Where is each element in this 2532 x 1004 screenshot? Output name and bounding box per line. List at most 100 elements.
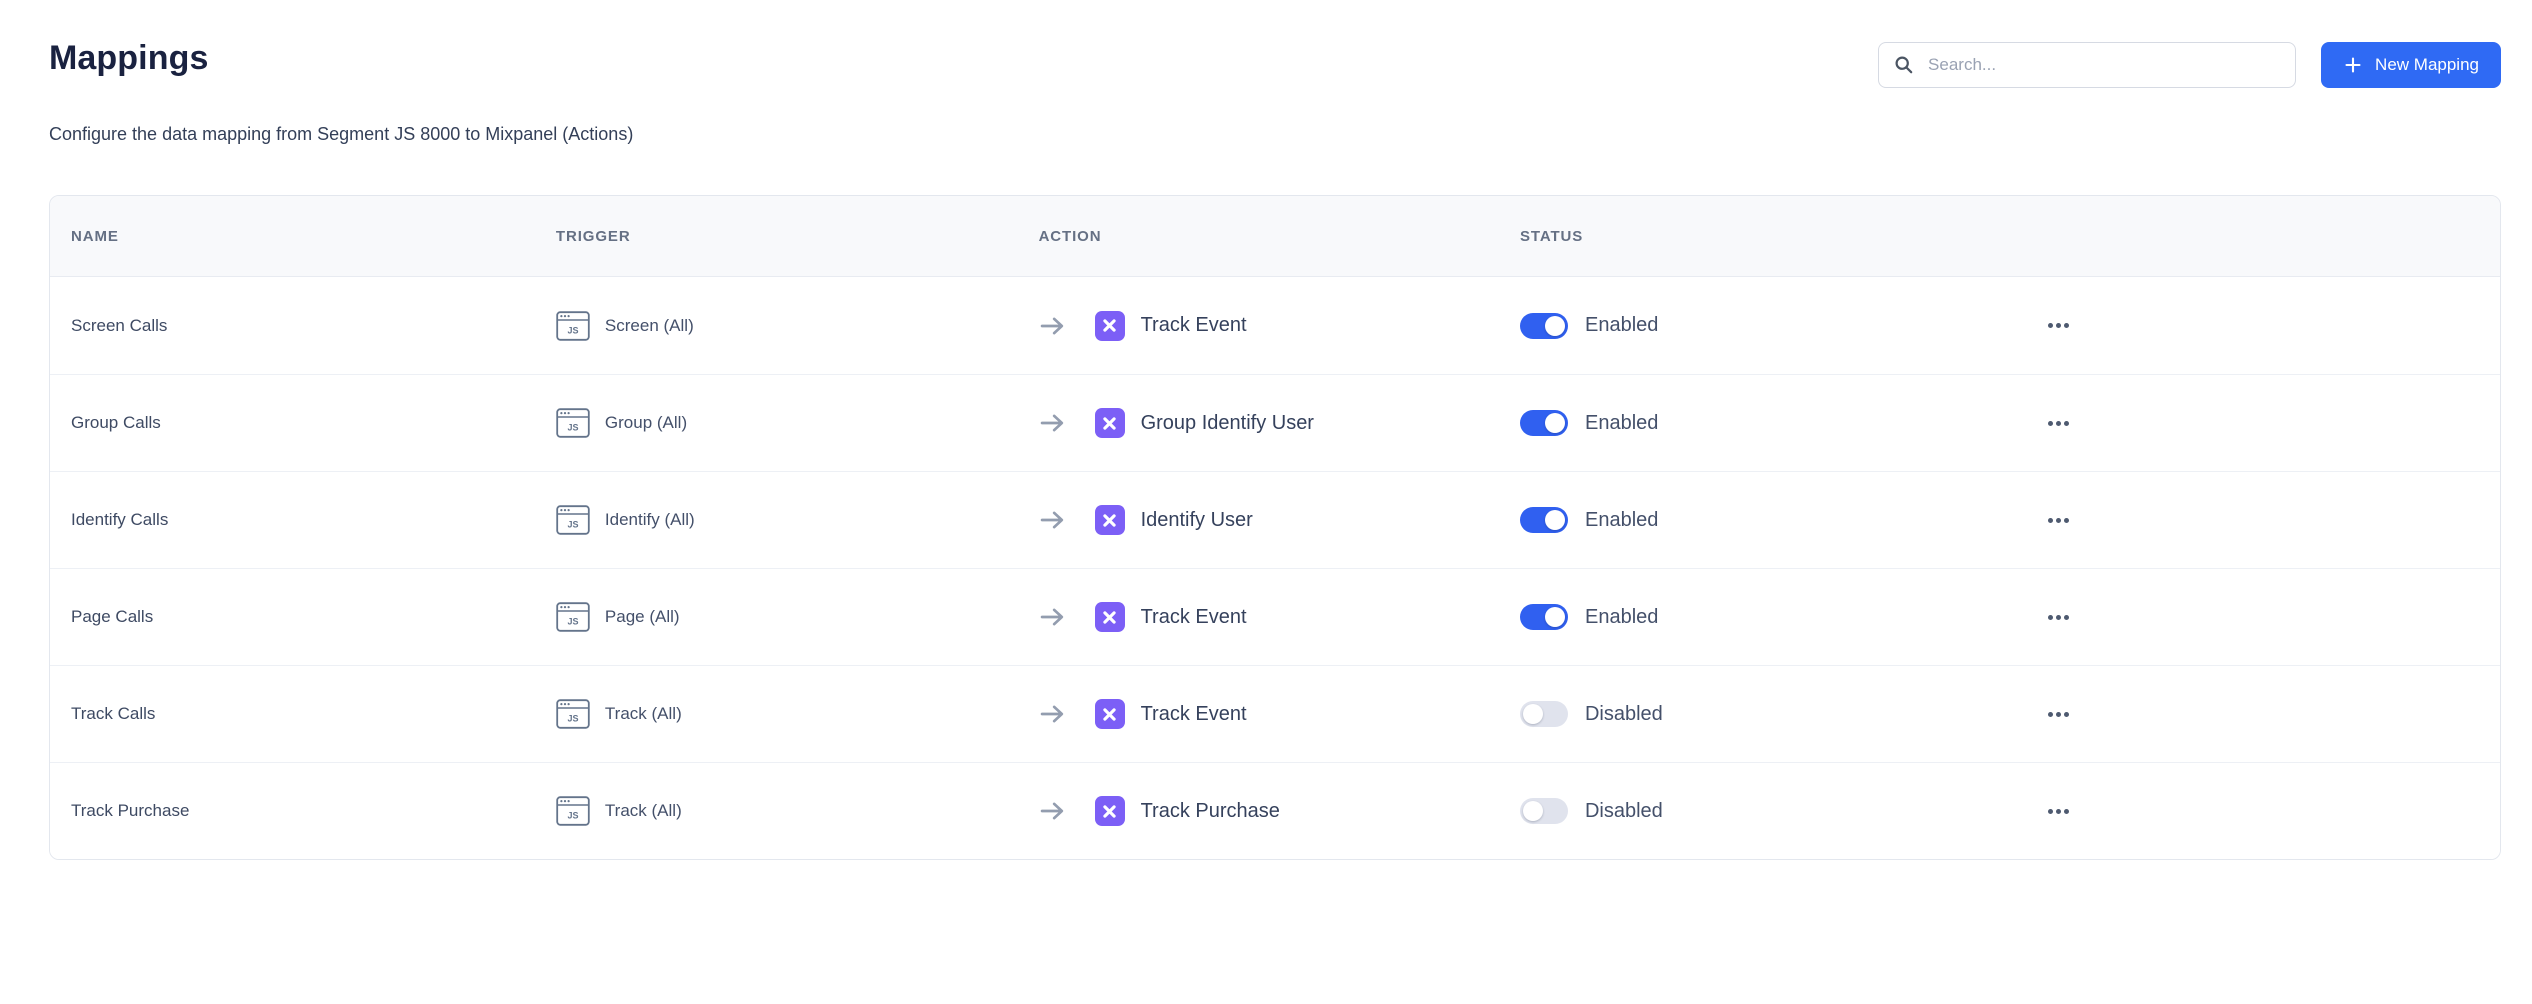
mapping-action-label: Group Identify User xyxy=(1141,412,1314,435)
mapping-action-label: Identify User xyxy=(1141,509,1253,532)
svg-text:JS: JS xyxy=(567,714,578,724)
mapping-trigger-cell: JS Identify (All) xyxy=(556,505,1039,535)
mapping-name: Track Purchase xyxy=(50,801,556,821)
status-toggle[interactable] xyxy=(1520,701,1568,727)
status-label: Enabled xyxy=(1585,509,1658,532)
svg-text:JS: JS xyxy=(567,520,578,530)
status-label: Enabled xyxy=(1585,606,1658,629)
svg-text:JS: JS xyxy=(567,617,578,627)
search-input[interactable] xyxy=(1926,54,2281,76)
table-row: Identify Calls JS Identify (All) xyxy=(50,471,2500,568)
status-toggle[interactable] xyxy=(1520,507,1568,533)
mapping-name: Track Calls xyxy=(50,704,556,724)
column-header-trigger: Trigger xyxy=(556,228,1039,245)
arrow-right-icon xyxy=(1039,606,1066,628)
toggle-knob xyxy=(1545,413,1565,433)
arrow-right-icon xyxy=(1039,412,1066,434)
page-subtitle: Configure the data mapping from Segment … xyxy=(49,124,2501,145)
js-source-window-icon: JS xyxy=(556,699,590,729)
toggle-knob xyxy=(1545,607,1565,627)
search-box[interactable] xyxy=(1878,42,2296,88)
ellipsis-horizontal-icon[interactable] xyxy=(2042,799,2075,824)
mapping-action-cell: Track Event xyxy=(1039,602,1520,632)
mixpanel-x-icon xyxy=(1095,505,1125,535)
search-icon xyxy=(1893,54,1915,76)
mapping-trigger-cell: JS Page (All) xyxy=(556,602,1039,632)
mapping-status-cell: Enabled xyxy=(1520,507,2042,533)
table-row: Track Calls JS Track (All) xyxy=(50,665,2500,762)
mapping-name: Page Calls xyxy=(50,607,556,627)
table-row: Screen Calls JS Screen (All) xyxy=(50,277,2500,374)
mappings-page: Mappings New Mapping Configure the data … xyxy=(0,0,2532,860)
status-toggle[interactable] xyxy=(1520,798,1568,824)
mapping-trigger-cell: JS Track (All) xyxy=(556,796,1039,826)
arrow-right-icon xyxy=(1039,800,1066,822)
mapping-trigger-label: Identify (All) xyxy=(605,510,695,530)
status-label: Disabled xyxy=(1585,703,1663,726)
ellipsis-horizontal-icon[interactable] xyxy=(2042,313,2075,338)
mapping-trigger-label: Group (All) xyxy=(605,413,687,433)
mappings-table: Name Trigger Action Status Screen Calls … xyxy=(49,195,2501,860)
mapping-action-cell: Track Event xyxy=(1039,311,1520,341)
new-mapping-button[interactable]: New Mapping xyxy=(2321,42,2501,88)
table-body: Screen Calls JS Screen (All) xyxy=(50,277,2500,859)
status-label: Enabled xyxy=(1585,412,1658,435)
mapping-trigger-label: Track (All) xyxy=(605,801,682,821)
status-toggle[interactable] xyxy=(1520,604,1568,630)
mapping-action-label: Track Event xyxy=(1141,703,1247,726)
toggle-knob xyxy=(1523,704,1543,724)
mapping-action-cell: Identify User xyxy=(1039,505,1520,535)
js-source-window-icon: JS xyxy=(556,311,590,341)
js-source-window-icon: JS xyxy=(556,408,590,438)
svg-text:JS: JS xyxy=(567,325,578,335)
svg-text:JS: JS xyxy=(567,423,578,433)
mapping-name: Group Calls xyxy=(50,413,556,433)
toggle-knob xyxy=(1523,801,1543,821)
mapping-action-label: Track Event xyxy=(1141,314,1247,337)
mixpanel-x-icon xyxy=(1095,311,1125,341)
mixpanel-x-icon xyxy=(1095,699,1125,729)
mapping-status-cell: Enabled xyxy=(1520,604,2042,630)
row-menu-cell xyxy=(2042,411,2500,436)
ellipsis-horizontal-icon[interactable] xyxy=(2042,411,2075,436)
column-header-action: Action xyxy=(1039,228,1520,245)
column-header-status: Status xyxy=(1520,228,2042,245)
mixpanel-x-icon xyxy=(1095,408,1125,438)
mapping-name: Identify Calls xyxy=(50,510,556,530)
js-source-window-icon: JS xyxy=(556,796,590,826)
row-menu-cell xyxy=(2042,508,2500,533)
table-row: Track Purchase JS Track (All) xyxy=(50,762,2500,859)
row-menu-cell xyxy=(2042,605,2500,630)
row-menu-cell xyxy=(2042,799,2500,824)
table-row: Page Calls JS Page (All) xyxy=(50,568,2500,665)
column-header-name: Name xyxy=(50,228,556,245)
mixpanel-x-icon xyxy=(1095,796,1125,826)
plus-icon xyxy=(2343,55,2363,75)
mapping-trigger-cell: JS Track (All) xyxy=(556,699,1039,729)
mapping-name: Screen Calls xyxy=(50,316,556,336)
mapping-trigger-cell: JS Group (All) xyxy=(556,408,1039,438)
ellipsis-horizontal-icon[interactable] xyxy=(2042,702,2075,727)
ellipsis-horizontal-icon[interactable] xyxy=(2042,508,2075,533)
js-source-window-icon: JS xyxy=(556,602,590,632)
mapping-action-label: Track Event xyxy=(1141,606,1247,629)
page-header: Mappings New Mapping xyxy=(49,24,2501,88)
mapping-status-cell: Disabled xyxy=(1520,701,2042,727)
status-label: Enabled xyxy=(1585,314,1658,337)
arrow-right-icon xyxy=(1039,509,1066,531)
status-toggle[interactable] xyxy=(1520,313,1568,339)
status-label: Disabled xyxy=(1585,800,1663,823)
mapping-action-cell: Group Identify User xyxy=(1039,408,1520,438)
toolbar: New Mapping xyxy=(1878,42,2501,88)
arrow-right-icon xyxy=(1039,703,1066,725)
toggle-knob xyxy=(1545,510,1565,530)
ellipsis-horizontal-icon[interactable] xyxy=(2042,605,2075,630)
mapping-status-cell: Enabled xyxy=(1520,410,2042,436)
mapping-action-cell: Track Event xyxy=(1039,699,1520,729)
mapping-trigger-cell: JS Screen (All) xyxy=(556,311,1039,341)
mapping-action-label: Track Purchase xyxy=(1141,800,1280,823)
mapping-action-cell: Track Purchase xyxy=(1039,796,1520,826)
status-toggle[interactable] xyxy=(1520,410,1568,436)
mapping-status-cell: Enabled xyxy=(1520,313,2042,339)
mapping-trigger-label: Page (All) xyxy=(605,607,680,627)
